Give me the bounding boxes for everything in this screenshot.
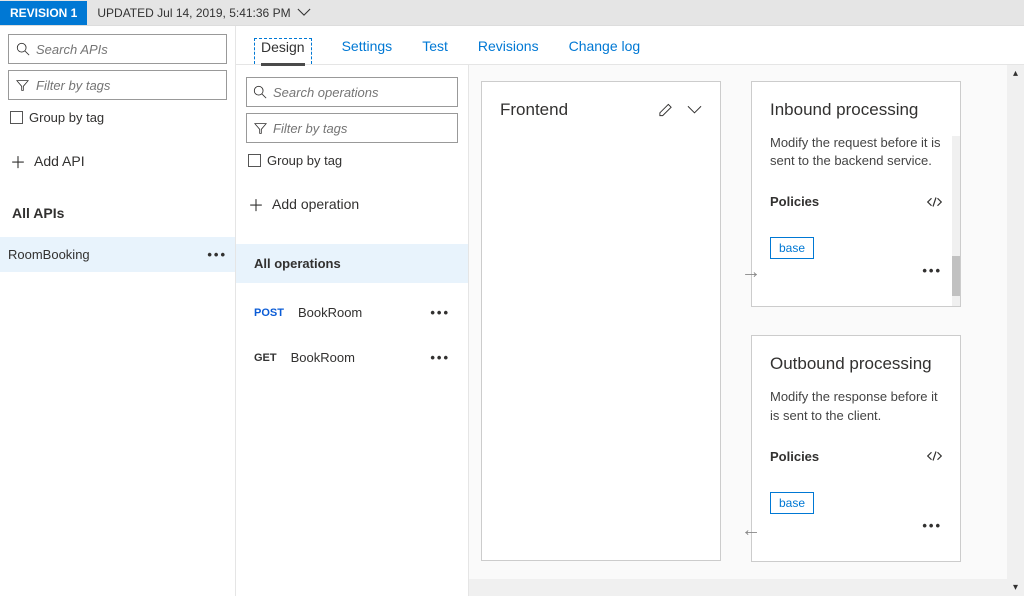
operation-menu-button[interactable]: ••• (430, 350, 450, 365)
tab-test[interactable]: Test (422, 38, 448, 64)
operation-row[interactable]: GET BookRoom ••• (246, 338, 458, 377)
group-by-tag-label: Group by tag (29, 110, 104, 125)
api-sidebar: Group by tag ＋ Add API All APIs RoomBook… (0, 26, 236, 596)
outbound-desc: Modify the response before it is sent to… (770, 388, 942, 424)
canvas-scroll[interactable]: Frontend (469, 65, 1024, 596)
tabs-bar: Design Settings Test Revisions Change lo… (236, 26, 1024, 65)
design-canvas: Frontend (469, 65, 1024, 596)
search-operations-field[interactable] (273, 85, 451, 100)
operation-name: BookRoom (298, 305, 362, 320)
plus-icon: ＋ (10, 149, 26, 173)
operation-menu-button[interactable]: ••• (430, 305, 450, 320)
code-icon[interactable] (927, 194, 942, 209)
scroll-down-icon[interactable]: ▾ (1010, 579, 1021, 596)
outbound-processing-card: Outbound processing Modify the response … (751, 335, 961, 561)
top-bar: REVISION 1 UPDATED Jul 14, 2019, 5:41:36… (0, 0, 1024, 26)
http-verb: GET (254, 352, 277, 364)
updated-text: UPDATED Jul 14, 2019, 5:41:36 PM (97, 6, 290, 20)
tab-change-log[interactable]: Change log (569, 38, 641, 64)
inbound-desc: Modify the request before it is sent to … (770, 134, 942, 170)
code-icon[interactable] (927, 449, 942, 464)
all-operations-item[interactable]: All operations (236, 244, 468, 283)
group-by-tag-checkbox[interactable]: Group by tag (8, 106, 227, 129)
add-api-button[interactable]: ＋ Add API (8, 135, 227, 187)
filter-apis-field[interactable] (36, 78, 220, 93)
operation-row[interactable]: POST BookRoom ••• (246, 293, 458, 332)
search-icon (15, 42, 30, 57)
search-apis-input[interactable] (8, 34, 227, 64)
base-policy-chip[interactable]: base (770, 237, 814, 259)
outbound-title: Outbound processing (770, 354, 942, 374)
add-operation-button[interactable]: ＋ Add operation (246, 178, 458, 230)
updated-timestamp[interactable]: UPDATED Jul 14, 2019, 5:41:36 PM (87, 5, 311, 20)
policies-label: Policies (770, 194, 819, 209)
chevron-down-icon (297, 5, 312, 20)
tab-settings[interactable]: Settings (342, 38, 393, 64)
edit-icon[interactable] (658, 103, 673, 118)
outbound-menu-button[interactable]: ••• (922, 518, 942, 533)
main-column: Design Settings Test Revisions Change lo… (236, 26, 1024, 596)
group-ops-by-tag-checkbox[interactable]: Group by tag (246, 149, 458, 172)
filter-apis-input[interactable] (8, 70, 227, 100)
api-item-menu-button[interactable]: ••• (207, 247, 227, 262)
filter-icon (253, 121, 267, 136)
arrow-left-icon: ← (741, 519, 761, 542)
arrow-right-icon: → (741, 261, 761, 284)
frontend-title: Frontend (500, 100, 568, 120)
all-apis-header[interactable]: All APIs (8, 193, 227, 231)
search-apis-field[interactable] (36, 42, 220, 57)
plus-icon: ＋ (248, 192, 264, 216)
api-item-name: RoomBooking (8, 247, 90, 262)
search-operations-input[interactable] (246, 77, 458, 107)
tab-design[interactable]: Design (254, 38, 312, 64)
scroll-up-icon[interactable]: ▴ (1010, 65, 1021, 82)
scrollbar-vertical[interactable] (952, 136, 960, 306)
filter-operations-field[interactable] (273, 121, 451, 136)
add-operation-label: Add operation (272, 196, 359, 212)
canvas-scrollbar-horizontal[interactable] (469, 579, 1007, 596)
frontend-card: Frontend (481, 81, 721, 561)
revision-badge[interactable]: REVISION 1 (0, 1, 87, 25)
operations-panel: Group by tag ＋ Add operation All operati… (236, 65, 469, 596)
operation-name: BookRoom (291, 350, 355, 365)
inbound-menu-button[interactable]: ••• (922, 263, 942, 278)
canvas-scrollbar-vertical[interactable]: ▴ ▾ (1007, 65, 1024, 596)
http-verb: POST (254, 307, 284, 319)
checkbox-icon (248, 154, 261, 167)
base-policy-chip[interactable]: base (770, 492, 814, 514)
checkbox-icon (10, 111, 23, 124)
filter-operations-input[interactable] (246, 113, 458, 143)
policies-label: Policies (770, 449, 819, 464)
search-icon (253, 85, 267, 100)
chevron-down-icon[interactable] (687, 103, 702, 118)
tab-revisions[interactable]: Revisions (478, 38, 539, 64)
inbound-processing-card: Inbound processing Modify the request be… (751, 81, 961, 307)
group-ops-label: Group by tag (267, 153, 342, 168)
inbound-title: Inbound processing (770, 100, 942, 120)
api-list-item[interactable]: RoomBooking ••• (0, 237, 235, 272)
filter-icon (15, 78, 30, 93)
add-api-label: Add API (34, 153, 85, 169)
